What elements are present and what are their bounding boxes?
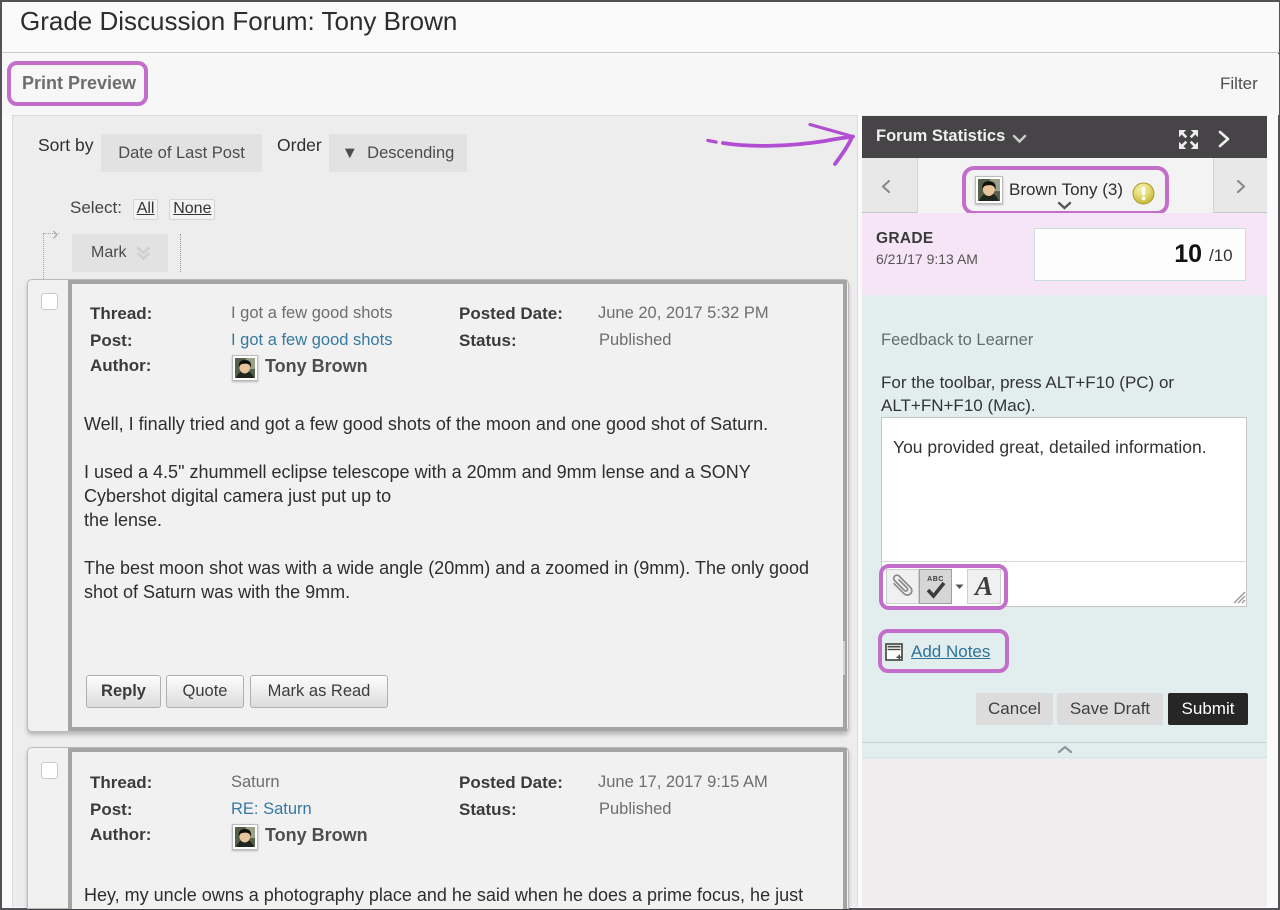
svg-text:ABC: ABC [927,576,944,583]
